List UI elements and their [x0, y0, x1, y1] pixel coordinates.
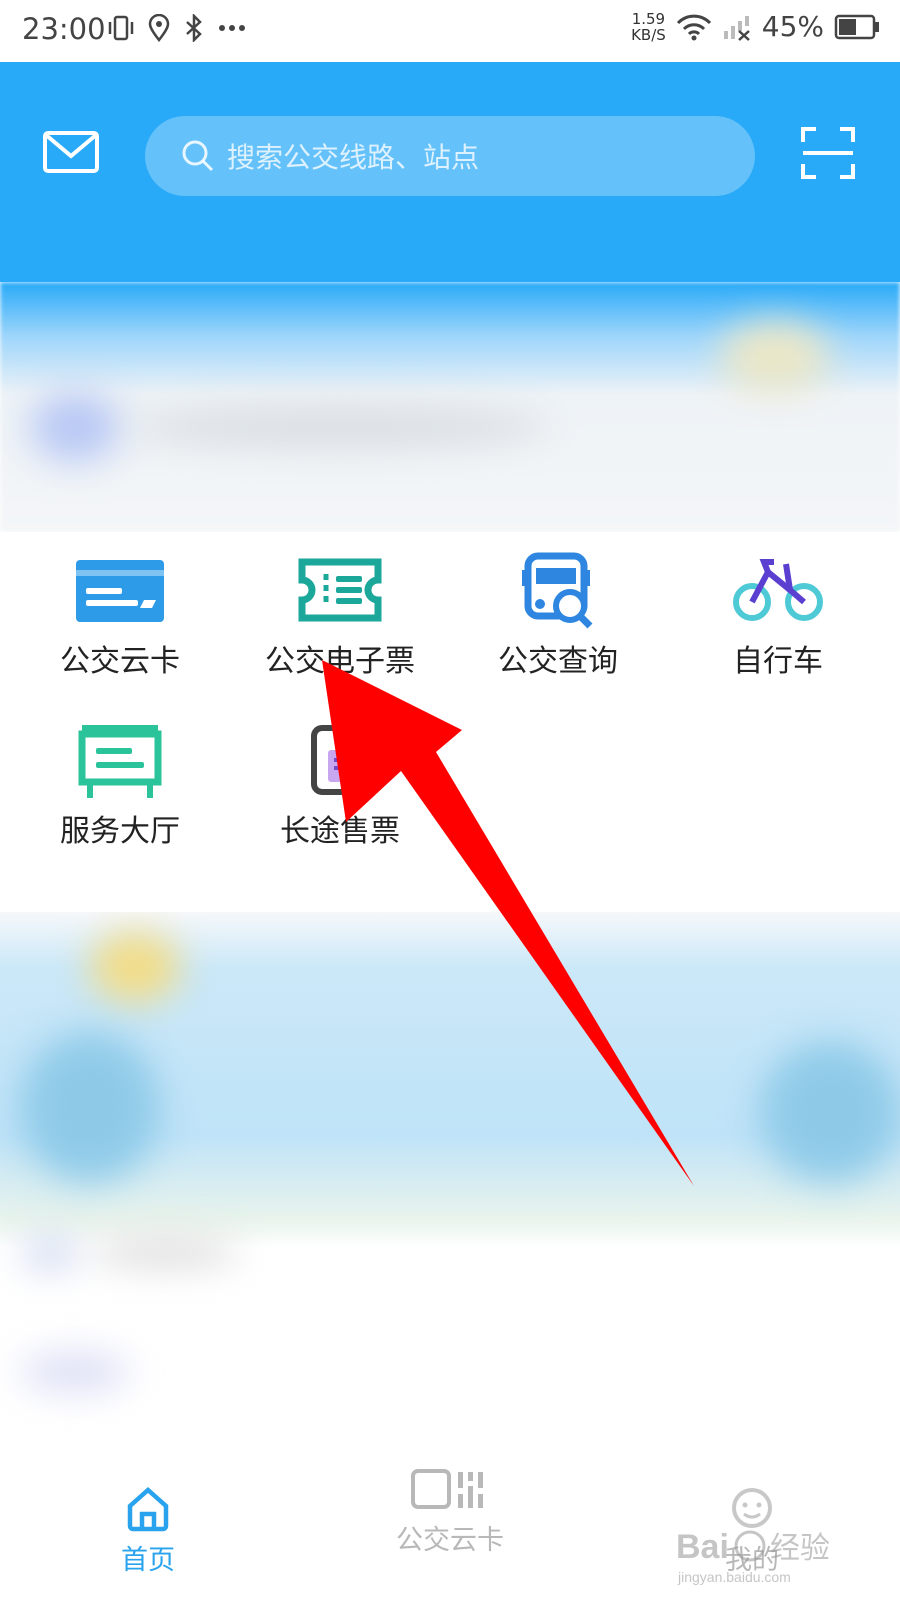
wifi-icon: [676, 14, 711, 40]
nav-label: 首页: [121, 1545, 175, 1576]
search-bar[interactable]: 搜索公交线路、站点: [145, 116, 755, 196]
header: 搜索公交线路、站点: [0, 62, 900, 282]
promo-and-news-area: [0, 912, 900, 1472]
svg-text:Bai: Bai: [676, 1528, 729, 1566]
battery-percent: 45%: [761, 10, 824, 43]
svg-text:jingyan.baidu.com: jingyan.baidu.com: [677, 1569, 791, 1585]
bluetooth-icon: [186, 14, 202, 42]
service-bus-cloud-card[interactable]: 公交云卡: [10, 532, 230, 682]
banner-carousel[interactable]: [0, 282, 900, 532]
service-hall[interactable]: 服务大厅: [10, 702, 230, 852]
more-icon: [219, 25, 245, 31]
service-label: 自行车: [733, 644, 823, 679]
service-bus-e-ticket[interactable]: 公交电子票: [230, 532, 450, 682]
net-speed: 1.59 KB/S: [631, 9, 666, 44]
bus-search-icon: [522, 552, 593, 629]
ticket-icon: [298, 558, 382, 622]
service-grid: 公交云卡 公交电子票 公交查询 自行车 服务大厅 长途售票: [0, 532, 900, 912]
watermark-logo: Bai 经验 jingyan.baidu.com: [676, 1528, 830, 1585]
location-icon: [148, 14, 170, 42]
card-icon: [76, 560, 164, 622]
battery-icon: [834, 14, 879, 39]
status-time: 23:00: [22, 12, 106, 46]
search-icon: [182, 140, 214, 172]
service-bus-query[interactable]: 公交查询: [448, 532, 668, 682]
service-label: 公交电子票: [265, 644, 415, 679]
svg-text:经验: 经验: [770, 1531, 830, 1566]
service-long-distance-ticket[interactable]: 长途售票: [230, 702, 450, 852]
service-label: 服务大厅: [60, 814, 180, 849]
qr-card-icon: [411, 1469, 483, 1509]
search-input[interactable]: 搜索公交线路、站点: [227, 136, 479, 176]
service-label: 公交查询: [498, 644, 618, 679]
mail-icon[interactable]: [42, 130, 100, 174]
nav-label: 公交云卡: [396, 1525, 504, 1556]
service-label: 长途售票: [280, 814, 400, 849]
nav-home[interactable]: 首页: [48, 1486, 248, 1577]
signal-icon: [723, 15, 750, 41]
home-icon: [127, 1486, 169, 1532]
long-distance-ticket-icon: [311, 725, 369, 795]
bicycle-icon: [733, 559, 823, 621]
vibrate-icon: [108, 15, 134, 41]
scan-icon[interactable]: [800, 126, 856, 180]
nav-bus-cloud-card[interactable]: 公交云卡: [350, 1468, 550, 1557]
status-bar: 23:00 1.59 KB/S 45%: [0, 0, 900, 62]
service-bicycle[interactable]: 自行车: [668, 532, 888, 682]
service-hall-icon: [78, 725, 162, 798]
service-label: 公交云卡: [60, 644, 180, 679]
